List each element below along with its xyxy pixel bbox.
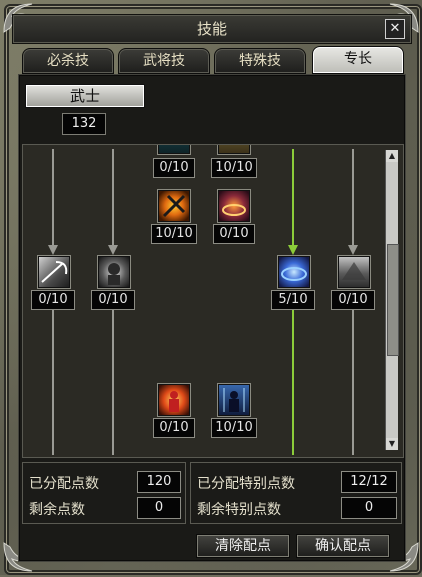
title-bar[interactable]: 技能 ✕ [12, 14, 412, 44]
fire-ring-icon[interactable] [217, 189, 251, 223]
class-points-value: 132 [62, 113, 106, 135]
frost-rune-icon[interactable] [157, 145, 191, 155]
assigned-points-label: 已分配点数 [29, 476, 99, 492]
clear-points-button[interactable]: 清除配点 [196, 534, 290, 558]
skill-level: 10/10 [151, 224, 197, 244]
warrior-head-icon[interactable] [97, 255, 131, 289]
remaining-points-label: 剩余点数 [29, 502, 85, 518]
remaining-points-value: 0 [137, 497, 181, 519]
tab-special-skills[interactable]: 特殊技 [214, 48, 306, 74]
window-title: 技能 [196, 20, 227, 38]
scroll-up-icon[interactable]: ▲ [386, 150, 398, 162]
confirm-points-button[interactable]: 确认配点 [296, 534, 390, 558]
skill-level: 5/10 [271, 290, 315, 310]
tab-general-skills[interactable]: 武将技 [118, 48, 210, 74]
special-remaining-value: 0 [341, 497, 397, 519]
scroll-down-icon[interactable]: ▼ [386, 438, 398, 450]
skill-tree[interactable]: 0/10 10/10 10/10 0/10 0/10 0/10 5/10 0/1… [22, 144, 404, 458]
storm-cloud-icon[interactable] [337, 255, 371, 289]
skill-level: 0/10 [153, 418, 195, 438]
skill-level: 0/10 [331, 290, 375, 310]
special-assigned-label: 已分配特别点数 [197, 476, 295, 492]
axe-strike-icon[interactable] [37, 255, 71, 289]
assigned-points-value: 120 [137, 471, 181, 493]
tab-ultimate[interactable]: 必杀技 [22, 48, 114, 74]
fire-aura-man-icon[interactable] [157, 383, 191, 417]
tab-specialty[interactable]: 专长 [312, 46, 404, 74]
tree-scrollbar[interactable]: ▲ ▼ [385, 150, 399, 450]
points-summary: 已分配点数 120 剩余点数 0 [22, 462, 186, 524]
scroll-thumb[interactable] [387, 244, 399, 356]
tab-bar: 必杀技 武将技 特殊技 专长 [22, 46, 408, 74]
skill-level: 10/10 [211, 158, 257, 178]
skill-level: 0/10 [91, 290, 135, 310]
skill-level: 10/10 [211, 418, 257, 438]
skill-level: 0/10 [31, 290, 75, 310]
special-assigned-value: 12/12 [341, 471, 397, 493]
skill-level: 0/10 [153, 158, 195, 178]
close-icon[interactable]: ✕ [385, 19, 405, 39]
special-points-summary: 已分配特别点数 12/12 剩余特别点数 0 [190, 462, 402, 524]
skill-level: 0/10 [213, 224, 255, 244]
blue-vortex-icon[interactable] [277, 255, 311, 289]
crossed-blades-icon[interactable] [157, 189, 191, 223]
ice-aura-man-icon[interactable] [217, 383, 251, 417]
special-remaining-label: 剩余特别点数 [197, 502, 281, 518]
class-button[interactable]: 武士 [25, 84, 145, 108]
gold-emblem-icon[interactable] [217, 145, 251, 155]
